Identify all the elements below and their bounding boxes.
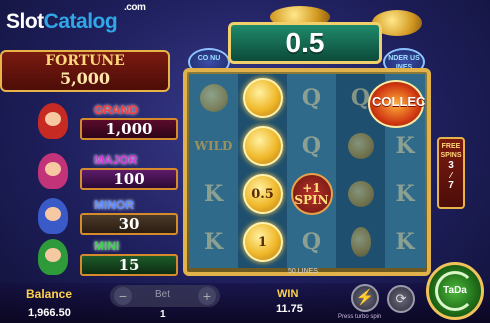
autoplay-button[interactable]: ⟳ <box>387 285 415 313</box>
coin-icon <box>242 78 283 118</box>
major-character-icon <box>38 153 68 189</box>
bet-control: − Bet + <box>110 285 220 307</box>
fortune-jackpot: FORTUNE 5,000 <box>0 50 170 92</box>
free-spins-counter: FREE SPINS 3 ⁄ 7 <box>437 137 465 209</box>
free-spins-total: 7 <box>448 180 454 191</box>
jackpot-minor-value: 30 <box>80 213 178 235</box>
reel-symbol-bell <box>189 74 238 122</box>
jackpot-mini: MINI 15 <box>38 239 178 277</box>
reel-symbol-coin-value: 1 <box>238 218 287 266</box>
jackpot-grand-label: GRAND <box>94 103 138 117</box>
slotcatalog-logo: SlotCatalog .com <box>6 2 146 34</box>
autoplay-icon: ⟳ <box>395 291 407 306</box>
win-label: WIN <box>277 288 299 300</box>
mini-character-icon <box>38 239 68 275</box>
reel-column-2: 0.5 1 <box>238 74 287 268</box>
reel-symbol-q: Q <box>301 85 322 111</box>
reel-symbol-coin <box>238 122 287 170</box>
win-display: 0.5 <box>228 22 382 64</box>
reel-column-3: Q Q +1 SPIN Q <box>287 74 336 268</box>
balance-label: Balance <box>26 287 73 301</box>
win-value: 11.75 <box>276 303 303 315</box>
collect-badge: COLLEC <box>368 80 426 128</box>
reel-symbol-k: K <box>395 133 415 159</box>
fortune-value: 5,000 <box>59 69 111 88</box>
bet-increase-button[interactable]: + <box>198 287 216 305</box>
turbo-hint-text: Press turbo spin <box>338 314 382 320</box>
lines-label: 50 LINES <box>288 268 318 275</box>
jackpot-mini-value: 15 <box>80 254 178 276</box>
jackpot-minor: MINOR 30 <box>38 198 178 236</box>
minor-character-icon <box>38 198 68 234</box>
reel-symbol-q: Q <box>301 229 322 255</box>
reel-column-1: WILD K K <box>189 74 238 268</box>
reel-symbol-k: K <box>395 181 415 207</box>
bet-decrease-button[interactable]: − <box>114 287 132 305</box>
bottom-bar <box>0 283 490 323</box>
jackpot-grand: GRAND 1,000 <box>38 103 178 141</box>
logo-part-catalog: Catalog <box>43 10 118 33</box>
reel-symbol-k: K <box>203 229 224 255</box>
reel-symbol-coin-value: 0.5 <box>238 170 287 218</box>
jackpot-grand-value: 1,000 <box>80 118 178 140</box>
collect-label: COLLEC <box>372 94 426 109</box>
bet-value: 1 <box>160 309 166 320</box>
reel-symbol-coin <box>238 74 287 122</box>
jackpot-major-label: MAJOR <box>94 153 138 167</box>
logo-part-slot: Slot <box>6 10 44 33</box>
logo-suffix: .com <box>124 2 146 13</box>
reel-symbol-lute <box>336 218 385 266</box>
reel-symbol-wild: WILD <box>194 139 233 153</box>
reel-symbol-bell <box>336 122 385 170</box>
reel-symbol-plus-spin: +1 SPIN <box>287 170 336 218</box>
turbo-button[interactable]: ⚡ <box>351 284 379 312</box>
coin-icon <box>242 126 283 166</box>
free-spins-label: FREE SPINS <box>440 143 462 159</box>
lightning-icon: ⚡ <box>355 289 375 306</box>
spin-button[interactable]: TaDa <box>426 262 484 320</box>
reel-symbol-k: K <box>203 181 224 207</box>
fortune-label: FORTUNE <box>45 53 125 69</box>
jackpot-mini-label: MINI <box>94 239 120 253</box>
jackpot-major-value: 100 <box>80 168 178 190</box>
reel-symbol-bell <box>336 170 385 218</box>
reel-symbol-q: Q <box>301 133 322 159</box>
bet-label: Bet <box>155 289 171 300</box>
jackpot-major: MAJOR 100 <box>38 153 178 191</box>
jackpot-minor-label: MINOR <box>94 198 134 212</box>
spin-button-label: TaDa <box>443 285 467 296</box>
reel-symbol-k: K <box>395 229 415 255</box>
grand-character-icon <box>38 103 68 139</box>
balance-value: 1,966.50 <box>28 307 71 319</box>
